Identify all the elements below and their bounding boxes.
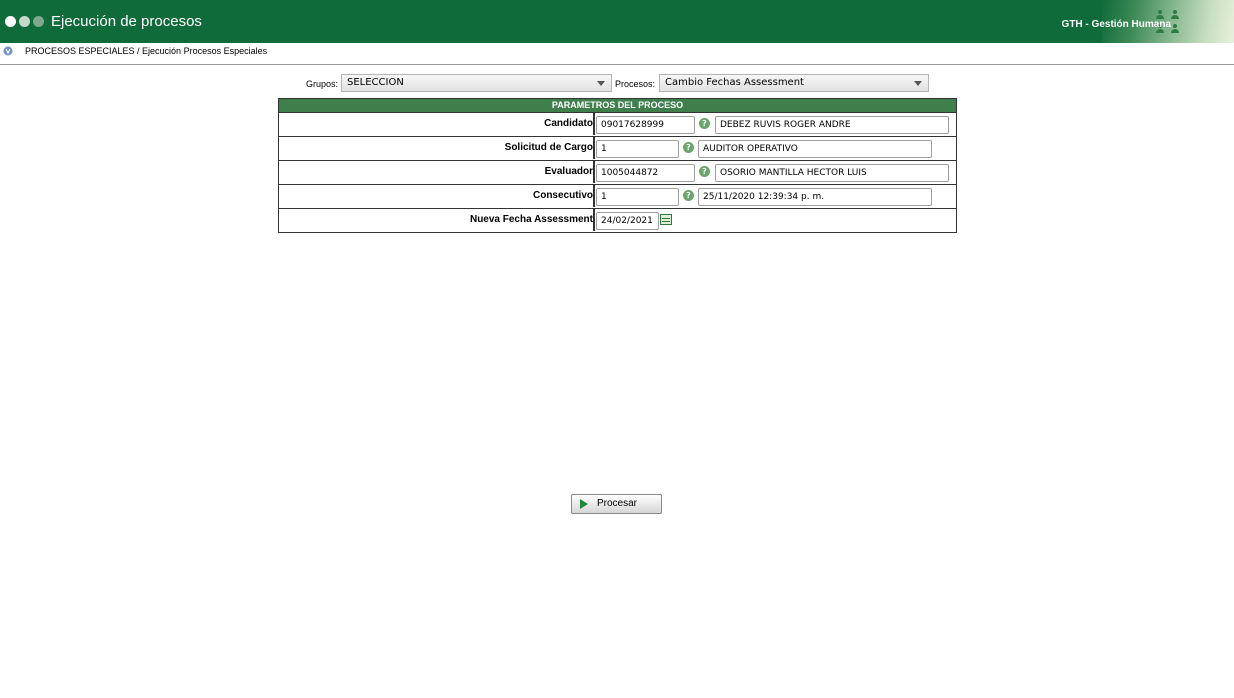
calendar-icon[interactable] [660, 214, 672, 225]
dot-icon [19, 16, 30, 27]
help-icon[interactable]: ? [683, 190, 694, 201]
help-icon[interactable]: ? [699, 118, 710, 129]
procesos-value: Cambio Fechas Assessment [665, 77, 804, 88]
solicitud-code-input[interactable]: 1 [596, 140, 679, 158]
param-row-consecutivo: Consecutivo 1 ? 25/11/2020 12:39:34 p. m… [279, 184, 956, 208]
grupos-value: SELECCION [347, 77, 404, 88]
consecutivo-code-input[interactable]: 1 [596, 188, 679, 206]
param-row-candidato: Candidato 09017628999 ? DEBEZ RUVIS ROGE… [279, 112, 956, 136]
grupos-select[interactable]: SELECCION [341, 74, 612, 92]
nueva-fecha-label: Nueva Fecha Assessment [279, 209, 595, 231]
dot-icon [5, 16, 16, 27]
chevron-down-icon [597, 81, 605, 86]
evaluador-label: Evaluador [279, 161, 595, 183]
solicitud-label: Solicitud de Cargo [279, 137, 595, 159]
process-button[interactable]: Procesar [571, 494, 662, 514]
procesos-label: Procesos: [615, 79, 656, 89]
breadcrumb-bar: PROCESOS ESPECIALES / Ejecución Procesos… [0, 43, 1234, 65]
consecutivo-desc-field: 25/11/2020 12:39:34 p. m. [698, 188, 932, 206]
evaluador-code-input[interactable]: 1005044872 [596, 164, 695, 182]
nueva-fecha-input[interactable]: 24/02/2021 [596, 212, 659, 230]
candidato-desc-field: DEBEZ RUVIS ROGER ANDRE [715, 116, 949, 134]
person-icon [1170, 10, 1180, 20]
params-header: PARAMETROS DEL PROCESO [279, 99, 956, 112]
arrow-down-icon[interactable] [3, 46, 13, 56]
brand-label: GTH - Gestión Humana [1061, 19, 1171, 30]
page-title: Ejecución de procesos [51, 13, 202, 30]
procesos-select[interactable]: Cambio Fechas Assessment [659, 74, 929, 92]
process-button-label: Procesar [597, 498, 638, 509]
solicitud-desc-field: AUDITOR OPERATIVO [698, 140, 932, 158]
candidato-label: Candidato [279, 113, 595, 135]
param-row-solicitud: Solicitud de Cargo 1 ? AUDITOR OPERATIVO [279, 136, 956, 160]
param-row-evaluador: Evaluador 1005044872 ? OSORIO MANTILLA H… [279, 160, 956, 184]
top-bar: Ejecución de procesos GTH - Gestión Huma… [0, 0, 1234, 43]
consecutivo-label: Consecutivo [279, 185, 595, 207]
candidato-code-input[interactable]: 09017628999 [596, 116, 695, 134]
param-row-nueva-fecha: Nueva Fecha Assessment 24/02/2021 [279, 208, 956, 232]
breadcrumb: PROCESOS ESPECIALES / Ejecución Procesos… [25, 46, 268, 56]
person-icon [1170, 24, 1180, 34]
params-panel: PARAMETROS DEL PROCESO Candidato 0901762… [278, 98, 957, 233]
evaluador-desc-field: OSORIO MANTILLA HECTOR LUIS [715, 164, 949, 182]
dot-icon [33, 16, 44, 27]
play-icon [580, 499, 588, 509]
window-dots [5, 16, 44, 27]
help-icon[interactable]: ? [683, 142, 694, 153]
chevron-down-icon [914, 81, 922, 86]
grupos-label: Grupos: [306, 79, 339, 89]
help-icon[interactable]: ? [699, 166, 710, 177]
